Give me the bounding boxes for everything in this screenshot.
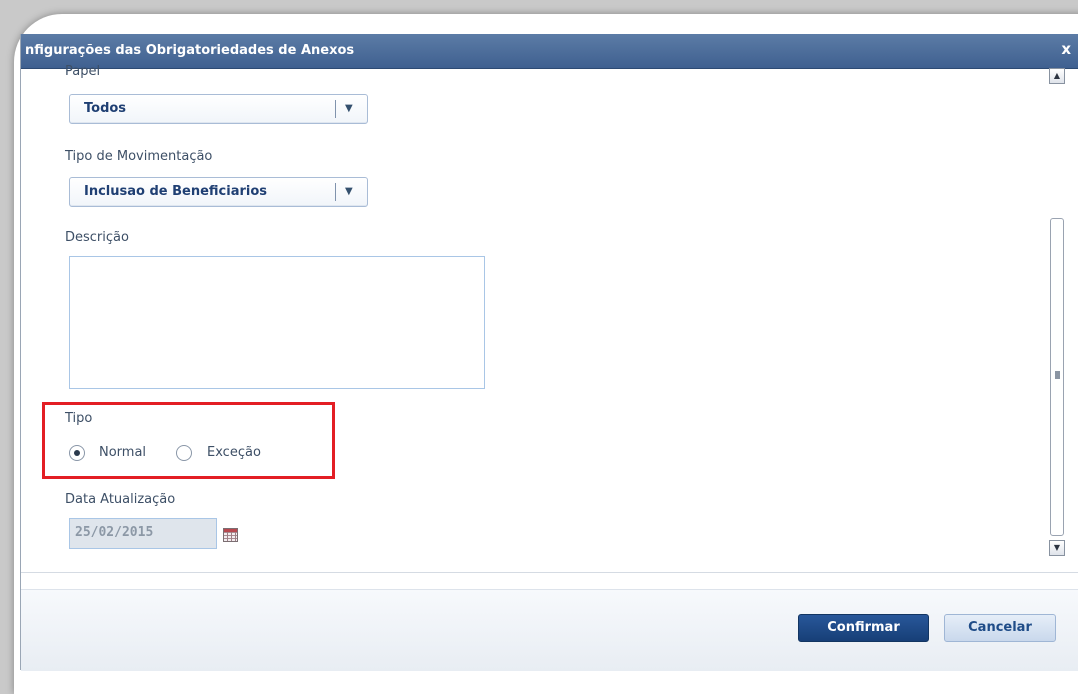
tipo-movimentacao-select-value: Inclusao de Beneficiarios: [84, 184, 268, 199]
tipo-movimentacao-label: Tipo de Movimentação: [65, 149, 213, 164]
descricao-label: Descrição: [65, 230, 129, 245]
confirmar-button[interactable]: Confirmar: [798, 614, 929, 642]
dialog-title: nfigurações das Obrigatoriedades de Anex…: [25, 43, 355, 58]
tipo-movimentacao-select[interactable]: Inclusao de Beneficiarios ▼: [69, 177, 368, 207]
tipo-option-normal-label[interactable]: Normal: [99, 445, 146, 460]
chevron-down-icon[interactable]: ▼: [345, 182, 353, 202]
close-icon[interactable]: x: [1061, 40, 1071, 58]
radio-selected-dot: [74, 450, 80, 456]
calendar-icon[interactable]: [223, 528, 238, 542]
tipo-label: Tipo: [65, 411, 93, 426]
scroll-up-arrow-icon[interactable]: ▲: [1049, 68, 1065, 84]
data-atualizacao-input: 25/02/2015: [69, 518, 217, 549]
scroll-down-arrow-icon[interactable]: ▼: [1049, 540, 1065, 556]
descricao-textarea[interactable]: [69, 256, 485, 389]
tipo-movimentacao-select-divider: [335, 183, 336, 201]
vertical-scrollbar[interactable]: ▲ ▼: [1049, 68, 1065, 556]
cancelar-button[interactable]: Cancelar: [944, 614, 1056, 642]
papel-label: Papel: [65, 64, 101, 79]
scrollbar-thumb[interactable]: [1050, 218, 1064, 536]
dialog-footer: Confirmar Cancelar: [21, 589, 1078, 671]
papel-select[interactable]: Todos ▼: [69, 94, 368, 124]
data-atualizacao-label: Data Atualização: [65, 492, 176, 507]
papel-select-divider: [335, 100, 336, 118]
papel-select-value: Todos: [84, 101, 127, 116]
dialog-titlebar[interactable]: nfigurações das Obrigatoriedades de Anex…: [21, 34, 1078, 69]
content-separator: [21, 572, 1078, 573]
chevron-down-icon[interactable]: ▼: [345, 99, 353, 119]
tipo-radio-excecao[interactable]: [176, 445, 192, 461]
tipo-radio-normal[interactable]: [69, 445, 85, 461]
data-atualizacao-value: 25/02/2015: [75, 525, 154, 540]
tipo-option-excecao-label[interactable]: Exceção: [207, 445, 261, 460]
scrollbar-grip: [1055, 371, 1060, 379]
configuration-dialog: nfigurações das Obrigatoriedades de Anex…: [20, 34, 1078, 671]
